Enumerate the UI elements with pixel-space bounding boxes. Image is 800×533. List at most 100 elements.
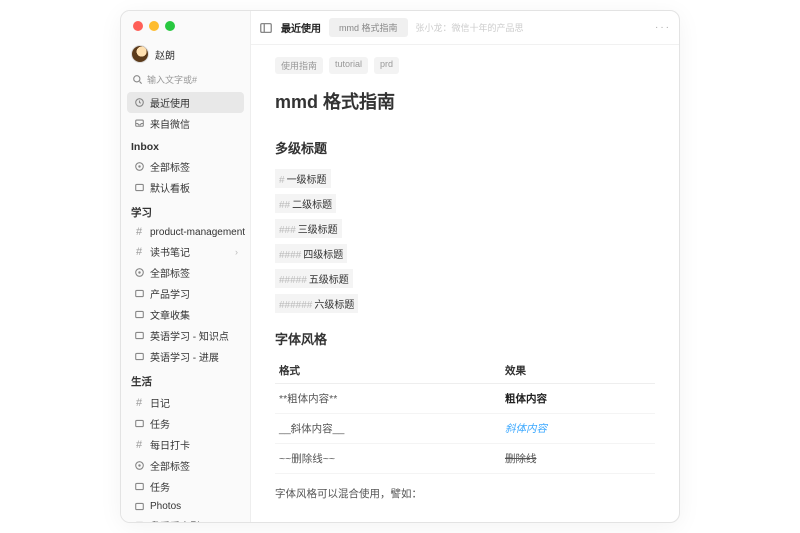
- heading-example: ######六级标题: [275, 294, 358, 313]
- tab-next[interactable]: 张小龙：微信十年的产品思: [416, 21, 524, 34]
- main-pane: 最近使用 mmd 格式指南 张小龙：微信十年的产品思 ··· 使用指南 tutor…: [251, 11, 679, 522]
- sidebar-item[interactable]: 英语学习 - 知识点: [127, 325, 244, 346]
- sidebar-item[interactable]: 全部标签: [127, 455, 244, 476]
- mix-note: 字体风格可以混合使用，譬如：: [275, 486, 655, 501]
- sidebar-item-label: 我爱看电影: [150, 518, 200, 522]
- sidebar-item-label: 文章收集: [150, 307, 190, 322]
- sidebar-item-label: 全部标签: [150, 265, 190, 280]
- sidebar-item[interactable]: 最近使用: [127, 92, 244, 113]
- zoom-icon[interactable]: [165, 21, 175, 31]
- search-input[interactable]: 输入文字或#: [127, 71, 244, 92]
- profile[interactable]: 赵朗: [127, 43, 244, 71]
- sidebar-item[interactable]: 任务: [127, 476, 244, 497]
- chevron-right-icon: ›: [235, 247, 238, 257]
- cell-format: __斜体内容__: [275, 414, 501, 444]
- doc-tag[interactable]: 使用指南: [275, 57, 323, 74]
- sidebar-item[interactable]: 全部标签: [127, 156, 244, 177]
- sidebar-item[interactable]: Photos: [127, 497, 244, 515]
- breadcrumb[interactable]: 最近使用: [281, 20, 321, 35]
- board-icon: [133, 330, 145, 342]
- sidebar-item-label: 来自微信: [150, 116, 190, 131]
- sidebar-item[interactable]: # 每日打卡: [127, 434, 244, 455]
- heading-example: #####五级标题: [275, 269, 353, 288]
- doc-tag[interactable]: prd: [374, 57, 399, 74]
- heading-example: ###三级标题: [275, 219, 342, 238]
- sidebar-item-label: 全部标签: [150, 159, 190, 174]
- board-icon: [133, 309, 145, 321]
- board-icon: [133, 418, 145, 430]
- hash-icon: #: [133, 226, 145, 238]
- sidebar-item[interactable]: 文章收集: [127, 304, 244, 325]
- sidebar-item-label: 读书笔记: [150, 244, 190, 259]
- cell-format: ~~删除线~~: [275, 444, 501, 474]
- board-icon: [133, 288, 145, 300]
- doc-tags: 使用指南 tutorial prd: [275, 57, 655, 74]
- topbar: 最近使用 mmd 格式指南 张小龙：微信十年的产品思 ···: [251, 11, 679, 45]
- avatar: [131, 45, 149, 63]
- sidebar-item-label: 最近使用: [150, 95, 190, 110]
- heading-example: ####四级标题: [275, 244, 347, 263]
- style-table: 格式 效果 **粗体内容**粗体内容__斜体内容__斜体内容~~删除线~~删除线: [275, 358, 655, 474]
- page-title: mmd 格式指南: [275, 88, 655, 114]
- heading-example: ##二级标题: [275, 194, 336, 213]
- sidebar-section-title: 学习: [127, 198, 244, 223]
- sidebar-item[interactable]: 产品学习: [127, 283, 244, 304]
- sidebar-item[interactable]: # 读书笔记 ›: [127, 241, 244, 262]
- document-content: 使用指南 tutorial prd mmd 格式指南 多级标题 #一级标题 ##二级标…: [251, 45, 679, 522]
- doc-tag[interactable]: tutorial: [329, 57, 368, 74]
- search-icon: [131, 74, 143, 86]
- inbox-icon: [133, 118, 145, 130]
- close-icon[interactable]: [133, 21, 143, 31]
- search-placeholder: 输入文字或#: [147, 73, 197, 86]
- sidebar-item-label: 默认看板: [150, 180, 190, 195]
- sidebar-item[interactable]: 我爱看电影: [127, 515, 244, 522]
- board-icon: [133, 182, 145, 194]
- th-effect: 效果: [501, 358, 655, 384]
- app-window: 赵朗 输入文字或# 最近使用来自微信 Inbox全部标签默认看板学习#produ…: [120, 10, 680, 523]
- sidebar-item-label: 产品学习: [150, 286, 190, 301]
- heading-example: #一级标题: [275, 169, 331, 188]
- table-row: __斜体内容__斜体内容: [275, 414, 655, 444]
- hash-icon: #: [133, 439, 145, 451]
- clock-icon: [133, 97, 145, 109]
- sidebar-item[interactable]: 来自微信: [127, 113, 244, 134]
- sidebar-item-label: 英语学习 - 知识点: [150, 328, 229, 343]
- tab-current[interactable]: mmd 格式指南: [329, 18, 408, 37]
- section-fontstyle: 字体风格: [275, 329, 655, 348]
- table-row: **粗体内容**粗体内容: [275, 384, 655, 414]
- cell-effect: 删除线: [501, 444, 655, 474]
- tag-icon: [133, 267, 145, 279]
- sidebar-item-label: product-management: [150, 227, 245, 238]
- sidebar-item[interactable]: 任务: [127, 413, 244, 434]
- sidebar-item-label: 任务: [150, 479, 170, 494]
- sidebar-toggle-icon[interactable]: [259, 21, 273, 35]
- more-menu-icon[interactable]: ···: [655, 22, 671, 33]
- minimize-icon[interactable]: [149, 21, 159, 31]
- sidebar-item-label: 每日打卡: [150, 437, 190, 452]
- sidebar-item-label: 全部标签: [150, 458, 190, 473]
- profile-name: 赵朗: [155, 47, 175, 62]
- heading-examples: #一级标题 ##二级标题 ###三级标题 ####四级标题 #####五级标题 #####…: [275, 167, 655, 315]
- sidebar-item[interactable]: # product-management: [127, 223, 244, 241]
- sidebar-item[interactable]: 默认看板: [127, 177, 244, 198]
- board-icon: [133, 481, 145, 493]
- sidebar-section-title: Inbox: [127, 134, 244, 156]
- cell-format: **粗体内容**: [275, 384, 501, 414]
- cell-effect: 斜体内容: [501, 414, 655, 444]
- board-icon: [133, 520, 145, 523]
- table-row: ~~删除线~~删除线: [275, 444, 655, 474]
- section-headings: 多级标题: [275, 138, 655, 157]
- sidebar-item-label: 英语学习 - 进展: [150, 349, 219, 364]
- board-icon: [133, 500, 145, 512]
- board-icon: [133, 351, 145, 363]
- sidebar-item[interactable]: 全部标签: [127, 262, 244, 283]
- sidebar-item-label: Photos: [150, 501, 181, 512]
- sidebar-section-title: 生活: [127, 367, 244, 392]
- tag-icon: [133, 161, 145, 173]
- tag-icon: [133, 460, 145, 472]
- sidebar-item[interactable]: #日记: [127, 392, 244, 413]
- sidebar-item[interactable]: 英语学习 - 进展: [127, 346, 244, 367]
- hash-icon: #: [133, 397, 145, 409]
- hash-icon: #: [133, 246, 145, 258]
- cell-effect: 粗体内容: [501, 384, 655, 414]
